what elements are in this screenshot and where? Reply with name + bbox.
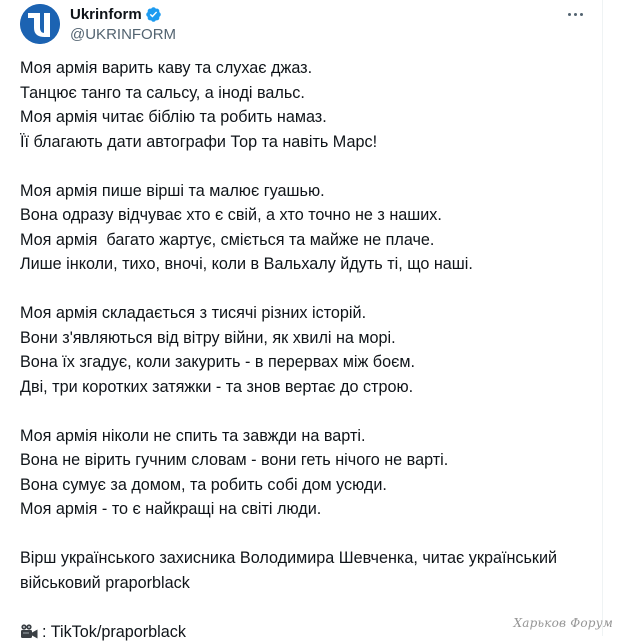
poem-line: Вони з'являються від вітру війни, як хви… bbox=[20, 326, 590, 351]
stanza-spacer bbox=[20, 522, 590, 547]
poem-line: Моя армія складається з тисячі різних іс… bbox=[20, 301, 590, 326]
author-handle[interactable]: @UKRINFORM bbox=[70, 25, 176, 45]
tweet-text: Моя армія варить каву та слухає джаз. Та… bbox=[20, 56, 590, 644]
stanza-1: Моя армія варить каву та слухає джаз. Та… bbox=[20, 56, 590, 154]
poem-line: Моя армія пише вірші та малює гуашью. bbox=[20, 179, 590, 204]
watermark: Харьков Форум bbox=[514, 616, 613, 630]
stanza-spacer bbox=[20, 154, 590, 179]
avatar[interactable] bbox=[20, 4, 60, 44]
poem-line: Танцює танго та сальсу, а іноді вальс. bbox=[20, 81, 590, 106]
credit-line: Вірш українського захисника Володимира Ш… bbox=[20, 546, 590, 571]
verified-badge-icon bbox=[145, 6, 162, 23]
author-names: Ukrinform @UKRINFORM bbox=[70, 4, 176, 45]
poem-line: Вона одразу відчуває хто є свій, а хто т… bbox=[20, 203, 590, 228]
credit: Вірш українського захисника Володимира Ш… bbox=[20, 546, 590, 595]
stanza-4: Моя армія ніколи не спить та завжди на в… bbox=[20, 424, 590, 522]
poem-line: Вона не вірить гучним словам - вони геть… bbox=[20, 448, 590, 473]
video-camera-icon bbox=[20, 622, 40, 642]
poem-line: Її благають дати автографи Тор та навіть… bbox=[20, 130, 590, 155]
display-name[interactable]: Ukrinform bbox=[70, 6, 142, 23]
poem-line: Моя армія багато жартує, сміється та май… bbox=[20, 228, 590, 253]
ukrinform-logo-icon bbox=[20, 4, 60, 44]
more-options-button[interactable] bbox=[564, 4, 586, 24]
poem-line: Лише інколи, тихо, вночі, коли в Вальхал… bbox=[20, 252, 590, 277]
poem-line: Моя армія ніколи не спить та завжди на в… bbox=[20, 424, 590, 449]
stanza-3: Моя армія складається з тисячі різних іс… bbox=[20, 301, 590, 399]
tweet-card: Ukrinform @UKRINFORM Моя армія варить ка… bbox=[0, 0, 603, 636]
poem-line: Моя армія читає біблію та робить намаз. bbox=[20, 105, 590, 130]
tweet-header: Ukrinform @UKRINFORM bbox=[20, 4, 586, 44]
more-dots-icon bbox=[568, 13, 571, 16]
poem-line: Моя армія - то є найкращі на світі люди. bbox=[20, 497, 590, 522]
stanza-spacer bbox=[20, 595, 590, 620]
source-link[interactable]: : TikTok/praporblack bbox=[42, 620, 186, 644]
poem-line: Моя армія варить каву та слухає джаз. bbox=[20, 56, 590, 81]
stanza-2: Моя армія пише вірші та малює гуашью. Во… bbox=[20, 179, 590, 277]
stanza-spacer bbox=[20, 277, 590, 302]
poem-line: Вона їх згадує, коли закурить - в перерв… bbox=[20, 350, 590, 375]
poem-line: Дві, три коротких затяжки - та знов верт… bbox=[20, 375, 590, 400]
source-row: : TikTok/praporblack bbox=[20, 620, 590, 644]
credit-line: військовий praporblack bbox=[20, 571, 590, 596]
stanza-spacer bbox=[20, 399, 590, 424]
poem-line: Вона сумує за домом, та робить собі дом … bbox=[20, 473, 590, 498]
